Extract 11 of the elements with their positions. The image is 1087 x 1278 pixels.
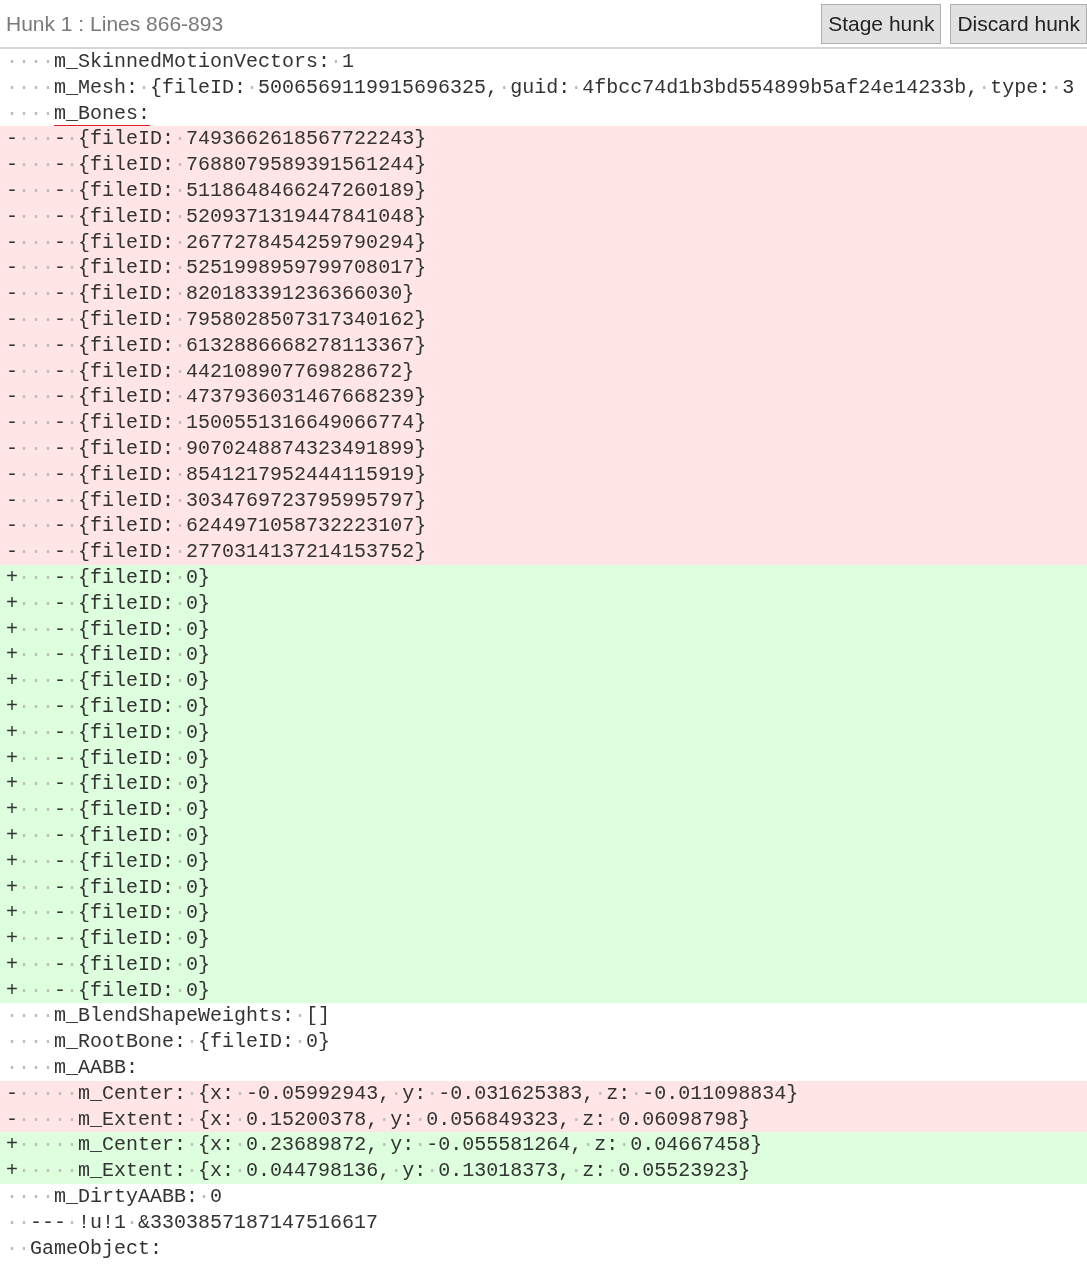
context-line: ····m_Mesh:·{fileID:·5006569119915696325,·guid:·4fbcc74d1b3bd554899b5af24e14233b,·type:·3 — [5, 74, 1076, 101]
context-line: ····m_RootBone:·{fileID:·0} — [5, 1029, 332, 1056]
stage-hunk-button[interactable]: Stage hunk — [821, 3, 942, 44]
context-line: ····m_SkinnedMotionVectors:·1 — [5, 49, 356, 75]
context-line: ··---·!u!1·&3303857187147516617 — [5, 1209, 380, 1236]
discard-hunk-button[interactable]: Discard hunk — [950, 3, 1087, 44]
context-line: ····m_BlendShapeWeights:·[] — [5, 1003, 332, 1030]
context-line: ····m_AABB: — [5, 1055, 140, 1081]
hunk-title: Hunk 1 : Lines 866-893 — [6, 11, 225, 36]
context-line: ····m_DirtyAABB:·0 — [5, 1184, 224, 1210]
context-line: ··GameObject: — [5, 1235, 164, 1262]
